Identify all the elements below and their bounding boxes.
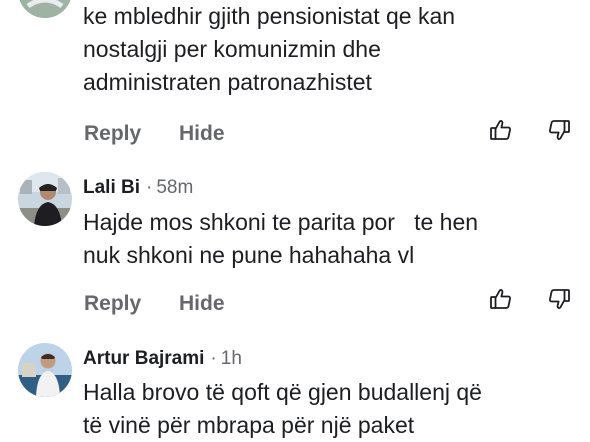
reply-button[interactable]: Reply — [84, 122, 141, 146]
comment-header: Artur Bajrami · 1h — [83, 348, 242, 370]
comment-header: Lali Bi · 58m — [83, 177, 193, 199]
commenter-avatar[interactable] — [18, 0, 72, 18]
author-name[interactable]: Artur Bajrami — [83, 348, 204, 369]
reply-button[interactable]: Reply — [84, 292, 141, 316]
comment-text: Halla brovo të qoft që gjen budallenj që… — [83, 379, 482, 438]
comment-text: ke mbledhir gjith pensionistat qe kan no… — [83, 3, 456, 95]
hide-button[interactable]: Hide — [179, 292, 225, 316]
separator-dot: · — [146, 177, 153, 198]
thumbs-down-icon[interactable] — [547, 118, 571, 142]
commenter-avatar[interactable] — [18, 172, 72, 226]
comment-timestamp[interactable]: 58m — [156, 177, 193, 198]
thumbs-down-icon[interactable] — [547, 287, 571, 311]
comment-text: Hajde mos shkoni te parita por te hen nu… — [83, 209, 479, 268]
commenter-avatar[interactable] — [18, 343, 72, 397]
separator-dot: · — [210, 348, 217, 369]
author-name[interactable]: Lali Bi — [83, 177, 140, 198]
comment-timestamp[interactable]: 1h — [221, 348, 242, 369]
hide-button[interactable]: Hide — [179, 122, 225, 146]
thumbs-up-icon[interactable] — [489, 287, 513, 311]
thumbs-up-icon[interactable] — [489, 118, 513, 142]
